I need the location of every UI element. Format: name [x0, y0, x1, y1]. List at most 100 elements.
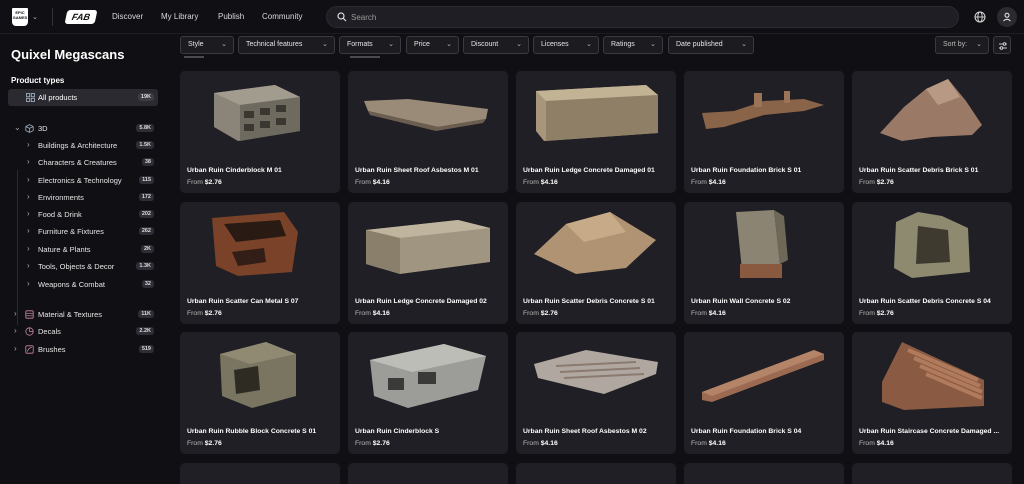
product-card[interactable]: Urban Ruin Sheet Roof Asbestos M 02 From…: [516, 332, 676, 454]
sidebar-item-weapons[interactable]: › Weapons & Combat 32: [8, 276, 158, 293]
product-card[interactable]: Urban Ruin Cinderblock M 01 From $2.76: [180, 71, 340, 193]
filter-technical-features[interactable]: Technical features ⌄: [238, 36, 335, 54]
product-name: Urban Ruin Foundation Brick S 01: [691, 167, 802, 174]
product-name: Urban Ruin Ledge Concrete Damaged 01: [523, 167, 655, 174]
sidebar-item-brushes[interactable]: › Brushes 519: [8, 341, 158, 358]
sidebar-item-label: All products: [38, 93, 78, 102]
nav-discover[interactable]: Discover: [112, 12, 143, 21]
product-card[interactable]: Urban Ruin Foundation Brick S 01 From $4…: [684, 71, 844, 193]
nav-publish[interactable]: Publish: [218, 12, 244, 21]
chevron-right-icon[interactable]: ›: [27, 261, 30, 270]
product-price: From $2.76: [187, 440, 222, 447]
product-thumbnail: [348, 202, 508, 290]
filter-formats[interactable]: Formats ⌄: [339, 36, 401, 54]
count-badge: 38: [141, 158, 154, 166]
chevron-right-icon[interactable]: ›: [14, 326, 17, 335]
product-card[interactable]: Urban Ruin Ledge Concrete Damaged 02 Fro…: [348, 202, 508, 324]
product-card[interactable]: Urban Ruin Foundation Brick S 04 From $4…: [684, 332, 844, 454]
nav-my-library[interactable]: My Library: [161, 12, 198, 21]
filter-date-published[interactable]: Date published ⌄: [668, 36, 754, 54]
product-thumbnail: [684, 202, 844, 290]
product-card[interactable]: Urban Ruin Sheet Roof Asbestos M 01 From…: [348, 71, 508, 193]
chevron-right-icon[interactable]: ›: [27, 192, 30, 201]
product-thumbnail: [516, 202, 676, 290]
product-price: From $2.76: [355, 440, 390, 447]
sidebar-item-tools[interactable]: › Tools, Objects & Decor 1.3K: [8, 258, 158, 275]
sidebar-item-buildings[interactable]: › Buildings & Architecture 1.5K: [8, 137, 158, 154]
nav-community[interactable]: Community: [262, 12, 302, 21]
product-price: From $4.16: [355, 310, 390, 317]
chevron-right-icon[interactable]: ›: [27, 244, 30, 253]
product-price: From $4.16: [691, 179, 726, 186]
sidebar-item-materials[interactable]: › Material & Textures 11K: [8, 306, 158, 323]
avatar[interactable]: [997, 7, 1017, 27]
filter-label: Discount: [471, 41, 499, 48]
filter-ratings[interactable]: Ratings ⌄: [603, 36, 663, 54]
sidebar-item-decals[interactable]: › Decals 2.2K: [8, 323, 158, 340]
product-card[interactable]: Urban Ruin Scatter Debris Concrete S 04 …: [852, 202, 1012, 324]
chevron-right-icon[interactable]: ›: [27, 140, 30, 149]
sidebar-item-electronics[interactable]: › Electronics & Technology 115: [8, 172, 158, 189]
product-card-partial[interactable]: [852, 463, 1012, 484]
sidebar-item-label: Brushes: [38, 345, 66, 354]
user-icon: [1003, 12, 1011, 22]
product-thumbnail: [684, 332, 844, 420]
product-card-partial[interactable]: [348, 463, 508, 484]
product-card-partial[interactable]: [516, 463, 676, 484]
sidebar-item-label: Furniture & Fixtures: [38, 227, 104, 236]
chevron-right-icon[interactable]: ›: [27, 157, 30, 166]
chevron-down-icon[interactable]: ⌄: [32, 13, 38, 21]
product-card[interactable]: Urban Ruin Scatter Debris Brick S 01 Fro…: [852, 71, 1012, 193]
filter-discount[interactable]: Discount ⌄: [463, 36, 529, 54]
sidebar-item-label: Environments: [38, 193, 84, 202]
chevron-right-icon[interactable]: ›: [14, 309, 17, 318]
sidebar-item-nature[interactable]: › Nature & Plants 2K: [8, 241, 158, 258]
sidebar-item-furniture[interactable]: › Furniture & Fixtures 262: [8, 223, 158, 240]
product-price: From $4.16: [859, 440, 894, 447]
product-price: From $2.76: [523, 310, 558, 317]
grid-icon: [26, 93, 35, 102]
sidebar-item-label: Nature & Plants: [38, 245, 91, 254]
product-card[interactable]: Urban Ruin Cinderblock S From $2.76: [348, 332, 508, 454]
count-badge: 19K: [137, 93, 154, 101]
product-name: Urban Ruin Cinderblock S: [355, 428, 440, 435]
product-card[interactable]: Urban Ruin Staircase Concrete Damaged ..…: [852, 332, 1012, 454]
fab-logo[interactable]: FAB: [64, 10, 98, 24]
product-card[interactable]: Urban Ruin Rubble Block Concrete S 01 Fr…: [180, 332, 340, 454]
sidebar-item-food[interactable]: › Food & Drink 202: [8, 206, 158, 223]
filter-settings-button[interactable]: [993, 36, 1011, 54]
chevron-down-icon[interactable]: ⌄: [14, 123, 21, 132]
product-card[interactable]: Urban Ruin Ledge Concrete Damaged 01 Fro…: [516, 71, 676, 193]
top-nav: EPIC GAMES ⌄ FAB Discover My Library Pub…: [0, 0, 1024, 34]
product-card-partial[interactable]: [684, 463, 844, 484]
filter-price[interactable]: Price ⌄: [406, 36, 459, 54]
sidebar-item-characters[interactable]: › Characters & Creatures 38: [8, 154, 158, 171]
product-card[interactable]: Urban Ruin Scatter Can Metal S 07 From $…: [180, 202, 340, 324]
sidebar-item-label: Buildings & Architecture: [38, 141, 118, 150]
filter-label: Style: [188, 41, 204, 48]
epic-games-logo[interactable]: EPIC GAMES: [12, 8, 28, 26]
search-input[interactable]: Search: [326, 6, 959, 28]
product-card-partial[interactable]: [180, 463, 340, 484]
product-thumbnail: [180, 332, 340, 420]
count-badge: 519: [138, 345, 154, 353]
product-card[interactable]: Urban Ruin Wall Concrete S 02 From $4.16: [684, 202, 844, 324]
chevron-right-icon[interactable]: ›: [27, 226, 30, 235]
sidebar-item-all-products[interactable]: All products 19K: [8, 89, 158, 106]
chevron-right-icon[interactable]: ›: [27, 175, 30, 184]
sidebar-item-3d[interactable]: ⌄ 3D 5.8K: [8, 120, 158, 137]
chevron-down-icon: ⌄: [388, 41, 394, 48]
filter-style[interactable]: Style ⌄: [180, 36, 234, 54]
material-icon: [25, 310, 34, 319]
globe-icon[interactable]: [974, 11, 986, 23]
chevron-right-icon[interactable]: ›: [14, 344, 17, 353]
sidebar-item-environments[interactable]: › Environments 172: [8, 189, 158, 206]
product-name: Urban Ruin Ledge Concrete Damaged 02: [355, 298, 487, 305]
clipped-row-edge: [184, 56, 380, 58]
sort-dropdown[interactable]: Sort by: ⌄: [935, 36, 989, 54]
product-price: From $4.16: [691, 310, 726, 317]
filter-licenses[interactable]: Licenses ⌄: [533, 36, 599, 54]
product-card[interactable]: Urban Ruin Scatter Debris Concrete S 01 …: [516, 202, 676, 324]
chevron-right-icon[interactable]: ›: [27, 279, 30, 288]
chevron-right-icon[interactable]: ›: [27, 209, 30, 218]
